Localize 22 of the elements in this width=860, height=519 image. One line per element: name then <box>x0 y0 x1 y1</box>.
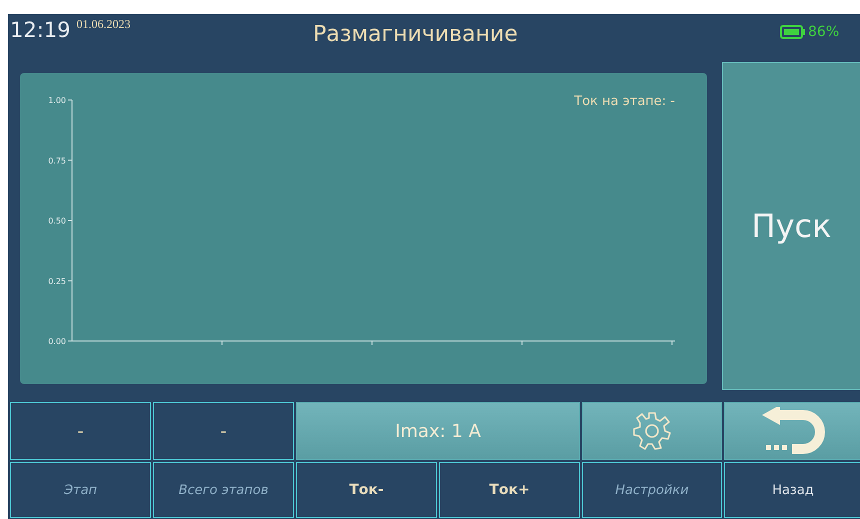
y-tick-label: 0.25 <box>48 276 66 286</box>
y-tick-label: 0.50 <box>48 216 66 226</box>
current-button[interactable]: Ток+ <box>439 462 580 518</box>
settings-button[interactable] <box>582 402 722 460</box>
caption-label: Всего этапов <box>153 462 294 518</box>
y-tick-label: 1.00 <box>48 96 66 105</box>
caption-label: Настройки <box>582 462 722 518</box>
back-button[interactable] <box>724 402 860 460</box>
y-tick-label: 0.75 <box>48 156 66 166</box>
date-text: 01.06.2023 <box>76 17 131 32</box>
clock-time: 12:19 <box>10 18 71 42</box>
readout-value: - <box>153 402 294 460</box>
battery-percent: 86% <box>808 24 840 40</box>
caption-label: Этап <box>10 462 151 518</box>
back-label: Назад <box>724 462 860 518</box>
y-tick-label: 0.00 <box>48 337 66 346</box>
readout-value: - <box>10 402 151 460</box>
current-button[interactable]: Ток- <box>296 462 437 518</box>
battery-icon <box>780 25 806 39</box>
stage-current-text: Ток на этапе: - <box>574 94 675 109</box>
screen-title: Размагничивание <box>313 22 518 47</box>
settings-icon <box>632 411 672 451</box>
